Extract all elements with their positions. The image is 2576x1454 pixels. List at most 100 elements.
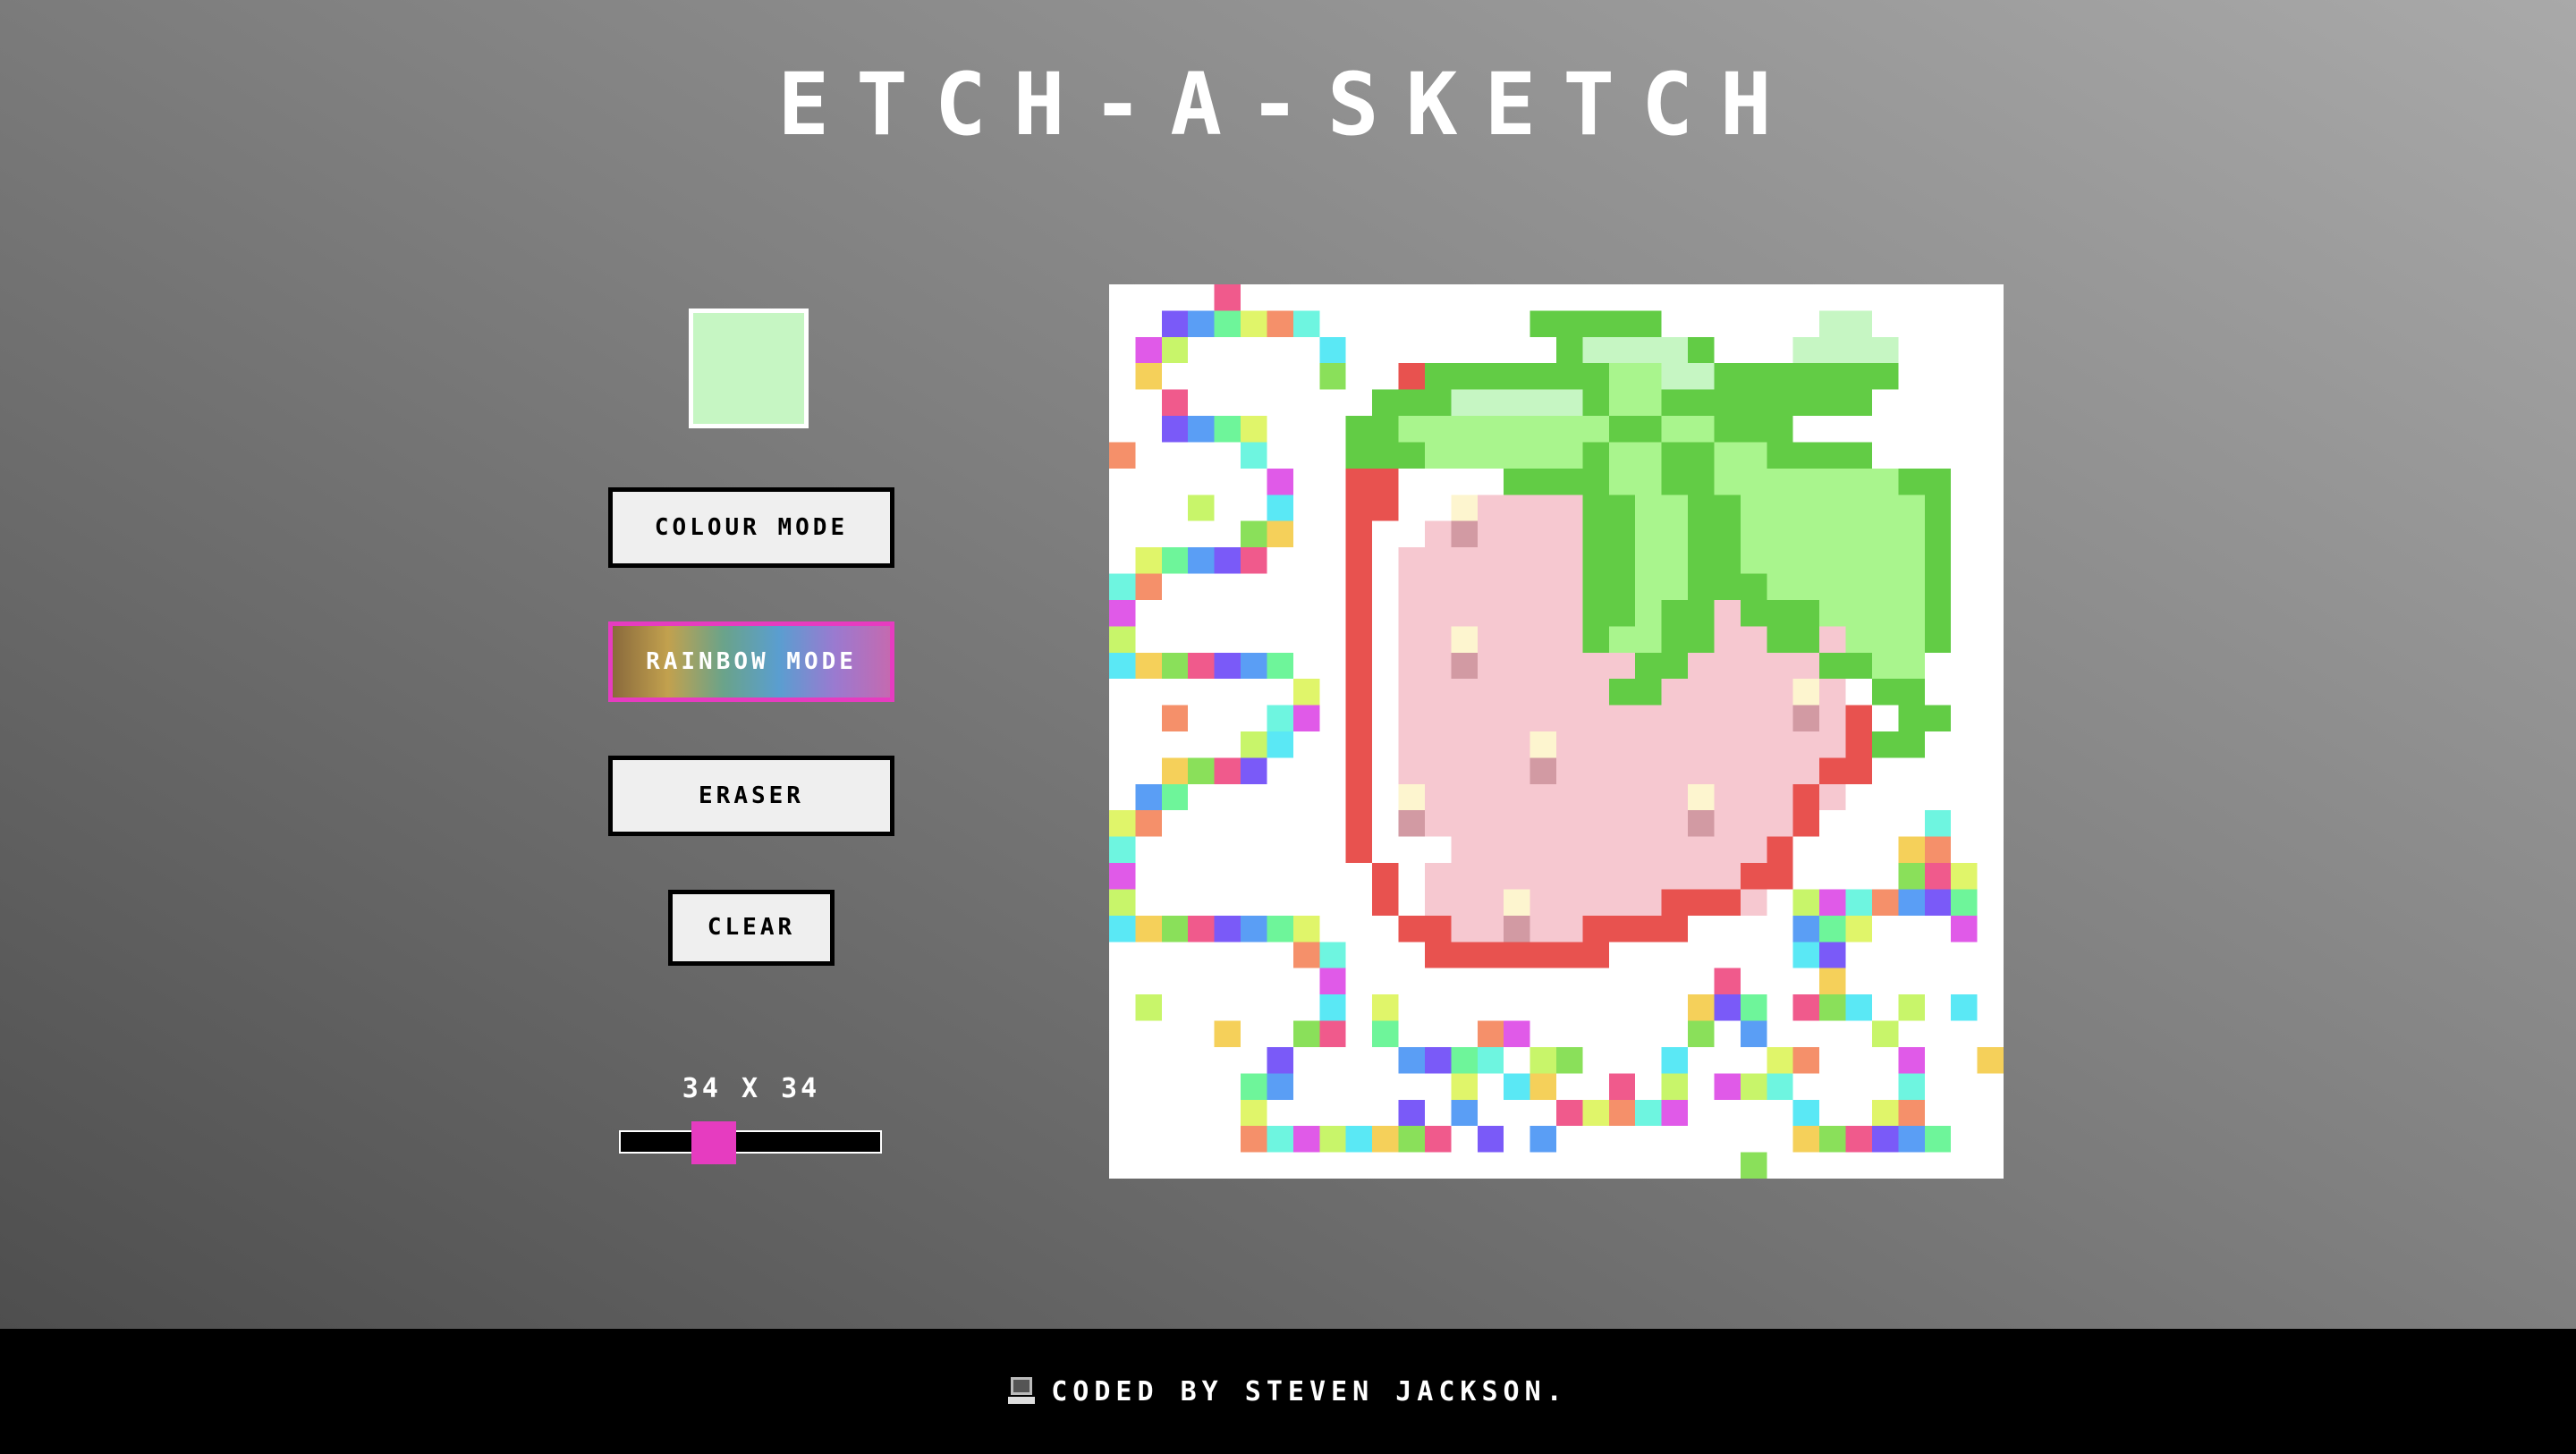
grid-cell[interactable]: [1767, 547, 1793, 574]
grid-cell[interactable]: [1451, 889, 1478, 916]
grid-cell[interactable]: [1608, 573, 1636, 600]
grid-cell[interactable]: [1345, 679, 1373, 706]
grid-cell[interactable]: [1819, 889, 1846, 916]
grid-cell[interactable]: [1924, 547, 1952, 574]
grid-cell[interactable]: [1819, 520, 1846, 548]
grid-cell[interactable]: [1345, 547, 1373, 574]
grid-cell[interactable]: [1688, 863, 1715, 890]
grid-cell[interactable]: [1792, 389, 1820, 417]
grid-cell[interactable]: [1241, 915, 1267, 943]
grid-cell[interactable]: [1556, 836, 1583, 864]
grid-cell[interactable]: [1477, 573, 1504, 600]
grid-cell[interactable]: [1871, 731, 1899, 758]
grid-cell[interactable]: [1845, 310, 1872, 337]
grid-cell[interactable]: [1608, 810, 1636, 837]
grid-cell[interactable]: [1819, 652, 1846, 680]
grid-cell[interactable]: [1819, 336, 1846, 364]
grid-cell[interactable]: [1845, 915, 1872, 943]
grid-cell[interactable]: [1898, 495, 1925, 521]
grid-cell[interactable]: [1292, 1126, 1320, 1153]
grid-cell[interactable]: [1635, 573, 1662, 600]
grid-cell[interactable]: [1424, 783, 1452, 811]
grid-cell[interactable]: [1424, 705, 1452, 731]
grid-cell[interactable]: [1608, 336, 1636, 364]
grid-cell[interactable]: [1398, 1046, 1425, 1074]
grid-cell[interactable]: [1267, 1126, 1293, 1153]
grid-cell[interactable]: [1819, 757, 1846, 784]
grid-cell[interactable]: [1608, 599, 1636, 627]
grid-cell[interactable]: [1188, 547, 1215, 574]
grid-cell[interactable]: [1372, 889, 1399, 916]
grid-cell[interactable]: [1714, 1073, 1741, 1100]
grid-cell[interactable]: [1767, 363, 1793, 390]
grid-cell[interactable]: [1477, 599, 1504, 627]
grid-cell[interactable]: [1792, 442, 1820, 469]
grid-cell[interactable]: [1504, 863, 1530, 890]
grid-cell[interactable]: [1241, 520, 1267, 548]
grid-cell[interactable]: [1924, 573, 1952, 600]
grid-cell[interactable]: [1582, 442, 1609, 469]
grid-cell[interactable]: [1345, 573, 1373, 600]
grid-cell[interactable]: [1109, 863, 1136, 890]
grid-cell[interactable]: [1608, 626, 1636, 653]
grid-cell[interactable]: [1688, 416, 1715, 443]
grid-cell[interactable]: [1135, 783, 1162, 811]
grid-cell[interactable]: [1661, 626, 1689, 653]
grid-cell[interactable]: [1109, 573, 1136, 600]
grid-cell[interactable]: [1135, 573, 1162, 600]
grid-cell[interactable]: [1504, 1020, 1530, 1047]
grid-cell[interactable]: [1135, 915, 1162, 943]
grid-cell[interactable]: [1714, 468, 1741, 495]
grid-cell[interactable]: [1451, 389, 1478, 417]
grid-cell[interactable]: [1556, 389, 1583, 417]
grid-cell[interactable]: [1792, 1126, 1820, 1153]
grid-cell[interactable]: [1292, 942, 1320, 968]
grid-cell[interactable]: [1424, 1046, 1452, 1074]
grid-cell[interactable]: [1845, 1126, 1872, 1153]
grid-cell[interactable]: [1635, 468, 1662, 495]
grid-cell[interactable]: [1398, 757, 1425, 784]
grid-cell[interactable]: [1214, 1020, 1241, 1047]
grid-cell[interactable]: [1556, 363, 1583, 390]
grid-cell[interactable]: [1530, 547, 1556, 574]
grid-cell[interactable]: [1241, 757, 1267, 784]
grid-cell[interactable]: [1556, 915, 1583, 943]
grid-cell[interactable]: [1661, 495, 1689, 521]
grid-cell[interactable]: [1951, 889, 1978, 916]
grid-cell[interactable]: [1740, 1073, 1767, 1100]
grid-cell[interactable]: [1688, 679, 1715, 706]
grid-cell[interactable]: [1451, 652, 1478, 680]
grid-cell[interactable]: [1819, 731, 1846, 758]
grid-cell[interactable]: [1319, 1126, 1346, 1153]
grid-cell[interactable]: [1424, 416, 1452, 443]
grid-cell[interactable]: [1898, 994, 1925, 1021]
grid-cell[interactable]: [1792, 652, 1820, 680]
grid-cell[interactable]: [1398, 652, 1425, 680]
grid-cell[interactable]: [1898, 599, 1925, 627]
grid-cell[interactable]: [1504, 783, 1530, 811]
grid-cell[interactable]: [1871, 626, 1899, 653]
grid-cell[interactable]: [1714, 416, 1741, 443]
grid-cell[interactable]: [1398, 679, 1425, 706]
grid-cell[interactable]: [1556, 442, 1583, 469]
grid-cell[interactable]: [1898, 863, 1925, 890]
grid-cell[interactable]: [1608, 1099, 1636, 1127]
grid-cell[interactable]: [1898, 836, 1925, 864]
grid-cell[interactable]: [1871, 599, 1899, 627]
grid-cell[interactable]: [1372, 1126, 1399, 1153]
grid-cell[interactable]: [1451, 442, 1478, 469]
grid-cell[interactable]: [1661, 705, 1689, 731]
grid-cell[interactable]: [1845, 547, 1872, 574]
grid-cell[interactable]: [1819, 599, 1846, 627]
grid-cell[interactable]: [1740, 836, 1767, 864]
grid-cell[interactable]: [1372, 389, 1399, 417]
grid-cell[interactable]: [1819, 783, 1846, 811]
grid-cell[interactable]: [1345, 705, 1373, 731]
grid-cell[interactable]: [1504, 757, 1530, 784]
grid-cell[interactable]: [1477, 626, 1504, 653]
grid-cell[interactable]: [1292, 1020, 1320, 1047]
grid-cell[interactable]: [1688, 810, 1715, 837]
grid-cell[interactable]: [1530, 731, 1556, 758]
grid-cell[interactable]: [1767, 495, 1793, 521]
grid-cell[interactable]: [1398, 626, 1425, 653]
